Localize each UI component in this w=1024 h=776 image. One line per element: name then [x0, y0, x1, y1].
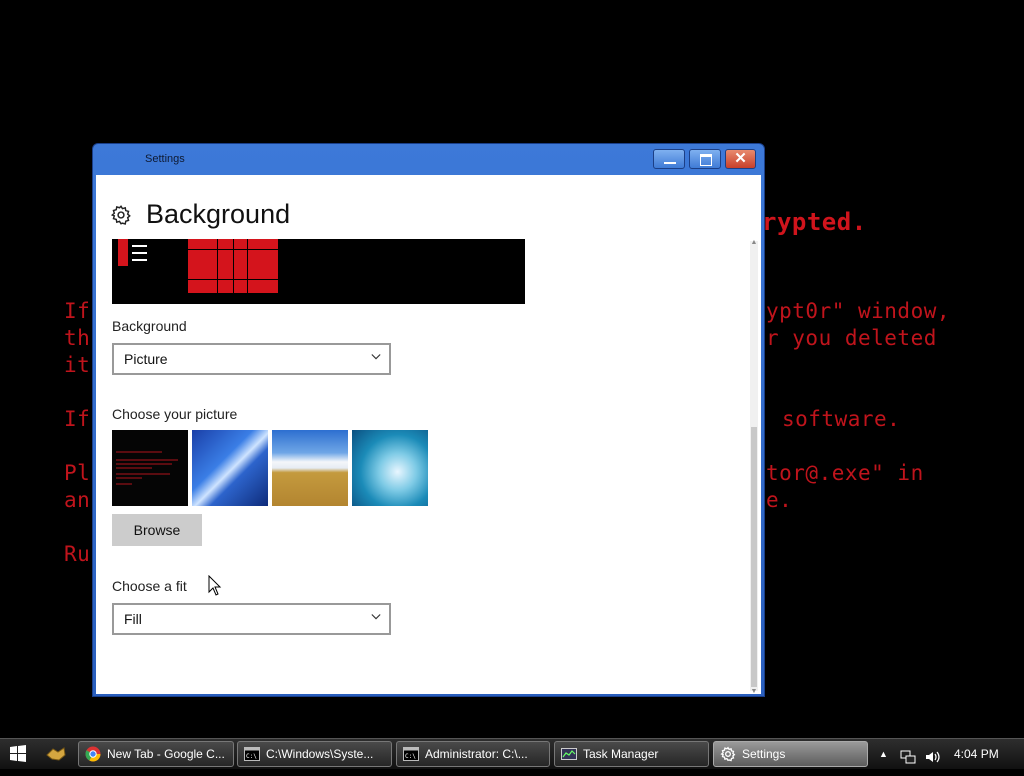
- clock[interactable]: 4:04 PM: [954, 739, 999, 769]
- taskbar: New Tab - Google C... C:\ C:\Windows\Sys…: [0, 738, 1024, 769]
- taskbar-item-admin-cmd[interactable]: C:\ Administrator: C:\...: [396, 741, 550, 767]
- fit-dropdown-value: Fill: [124, 611, 142, 627]
- taskbar-item-chrome[interactable]: New Tab - Google C...: [78, 741, 234, 767]
- chevron-down-icon: [371, 354, 381, 360]
- svg-text:C:\: C:\: [405, 753, 416, 760]
- scroll-up-arrow-icon[interactable]: ▲: [750, 239, 758, 246]
- desktop-text-line: tor@.exe" in: [766, 461, 924, 485]
- tray-expand-icon[interactable]: ▲: [879, 739, 888, 769]
- close-button[interactable]: ✕: [725, 149, 756, 169]
- desktop-text-line: If: [64, 407, 91, 431]
- mouse-cursor-icon: [208, 575, 222, 596]
- taskbar-item-label: Task Manager: [583, 747, 659, 761]
- taskbar-item-label: New Tab - Google C...: [107, 747, 225, 761]
- cmd-icon: C:\: [244, 747, 260, 761]
- thumbnail-ocean-wave[interactable]: [352, 430, 428, 506]
- desktop-text-line: an: [64, 488, 91, 512]
- task-manager-icon: [561, 748, 577, 760]
- browse-button[interactable]: Browse: [112, 514, 202, 546]
- svg-text:C:\: C:\: [246, 753, 257, 760]
- taskbar-item-label: C:\Windows\Syste...: [266, 747, 374, 761]
- background-dropdown-value: Picture: [124, 351, 168, 367]
- desktop-text-line: ypt0r" window,: [766, 299, 951, 323]
- background-label: Background: [112, 318, 187, 334]
- taskbar-item-cmd[interactable]: C:\ C:\Windows\Syste...: [237, 741, 392, 767]
- gear-icon: [720, 746, 736, 762]
- minimize-button[interactable]: [653, 149, 685, 169]
- maximize-button[interactable]: [689, 149, 721, 169]
- desktop-text-line: Pl: [64, 461, 91, 485]
- page-title: Background: [146, 199, 291, 229]
- scrollbar-thumb[interactable]: [751, 427, 757, 687]
- chevron-down-icon: [371, 614, 381, 620]
- taskbar-item-task-manager[interactable]: Task Manager: [554, 741, 709, 767]
- taskbar-item-settings[interactable]: Settings: [713, 741, 868, 767]
- background-dropdown[interactable]: Picture: [112, 343, 391, 375]
- desktop-text-line: rypted.: [762, 208, 867, 236]
- network-icon[interactable]: [900, 746, 916, 764]
- close-icon: ✕: [734, 150, 747, 167]
- desktop-text-line: th: [64, 326, 91, 350]
- desktop-text-line: it: [64, 353, 91, 377]
- taskbar-item-label: Administrator: C:\...: [425, 747, 528, 761]
- thumbnail-blue-streaks[interactable]: [192, 430, 268, 506]
- cmd-icon: C:\: [403, 747, 419, 761]
- settings-window: Settings ✕ Background Background Picture…: [92, 143, 765, 697]
- window-title: Settings: [145, 153, 185, 165]
- scroll-down-arrow-icon[interactable]: ▼: [750, 688, 758, 694]
- desktop-text-line: e.: [766, 488, 793, 512]
- fit-dropdown[interactable]: Fill: [112, 603, 391, 635]
- taskbar-item-label: Settings: [742, 747, 786, 761]
- chrome-icon: [85, 746, 101, 762]
- choose-picture-label: Choose your picture: [112, 406, 238, 422]
- background-preview: [112, 239, 525, 304]
- window-client-area: Background Background Picture Choose you…: [96, 175, 761, 694]
- windows-logo-icon: [10, 745, 26, 762]
- desktop-text-line: If: [64, 299, 91, 323]
- gear-icon: [110, 204, 132, 231]
- quick-launch-icon[interactable]: [44, 743, 68, 765]
- vertical-scrollbar[interactable]: ▲ ▼: [750, 239, 758, 694]
- thumbnail-wheat-field[interactable]: [272, 430, 348, 506]
- thumbnail-dark-red-text[interactable]: [112, 430, 188, 506]
- desktop-text-line: r you deleted: [766, 326, 937, 350]
- desktop-text-line: Ru: [64, 542, 91, 566]
- desktop-text-line: software.: [782, 407, 901, 431]
- start-button[interactable]: [4, 742, 32, 766]
- volume-icon[interactable]: [924, 746, 942, 763]
- choose-fit-label: Choose a fit: [112, 578, 187, 594]
